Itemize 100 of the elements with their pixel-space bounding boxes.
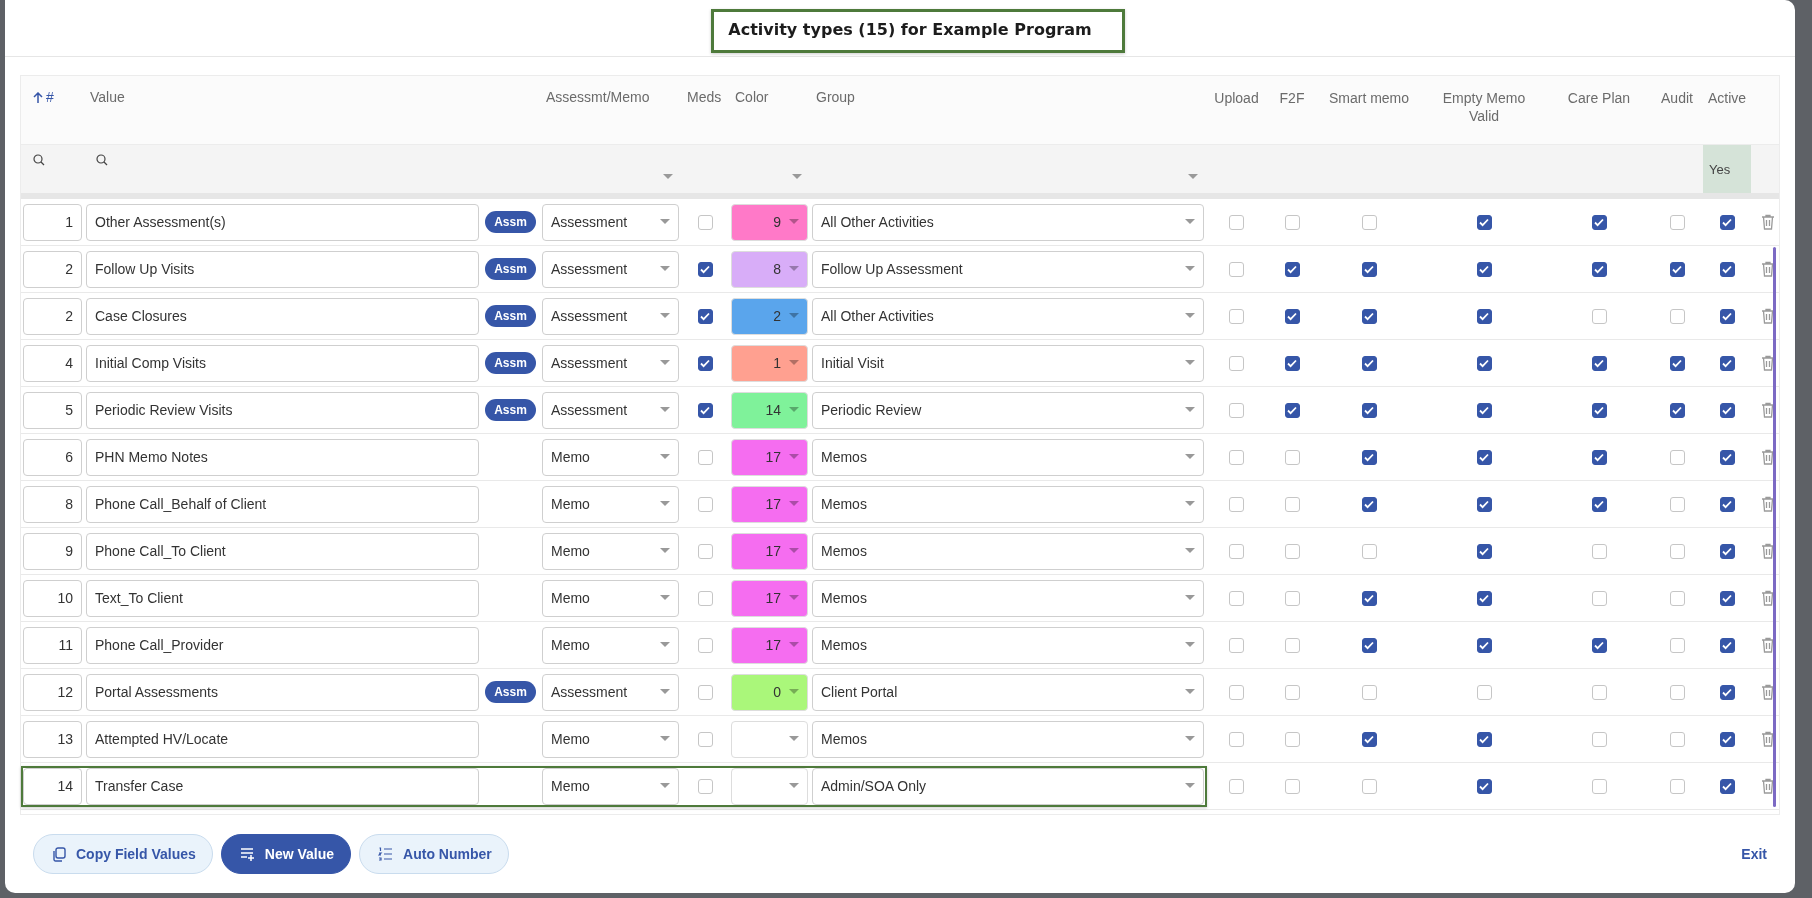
group-select[interactable]: Initial Visit (812, 344, 1204, 382)
checkbox[interactable] (1361, 214, 1377, 230)
checkbox[interactable] (1591, 778, 1607, 794)
number-field[interactable]: 9 (23, 532, 82, 570)
checkbox[interactable] (1669, 261, 1685, 277)
number-field[interactable]: 11 (23, 626, 82, 664)
checkbox[interactable] (1229, 261, 1244, 277)
checkbox[interactable] (1669, 308, 1685, 324)
number-field[interactable]: 12 (23, 673, 82, 711)
checkbox[interactable] (1361, 402, 1377, 418)
checkbox[interactable] (1361, 637, 1377, 653)
type-select[interactable]: Memo (542, 767, 679, 805)
checkbox[interactable] (1229, 543, 1244, 559)
checkbox[interactable] (1476, 261, 1492, 277)
checkbox[interactable] (1361, 543, 1377, 559)
type-select[interactable]: Memo (542, 485, 679, 523)
trash-icon[interactable] (1761, 355, 1775, 371)
trash-icon[interactable] (1761, 449, 1775, 465)
checkbox[interactable] (1229, 637, 1244, 653)
checkbox[interactable] (1591, 590, 1607, 606)
group-select[interactable]: Periodic Review (812, 391, 1204, 429)
group-select[interactable]: Admin/SOA Only (812, 767, 1204, 805)
type-select[interactable]: Assessment (542, 673, 679, 711)
checkbox[interactable] (1229, 214, 1244, 230)
column-header[interactable]: Empty Memo Valid (1434, 89, 1534, 125)
checkbox[interactable] (1284, 214, 1300, 230)
search-icon[interactable] (33, 154, 45, 166)
checkbox[interactable] (1669, 402, 1685, 418)
checkbox[interactable] (697, 684, 713, 700)
exit-link[interactable]: Exit (1741, 846, 1767, 862)
group-select[interactable]: Memos (812, 438, 1204, 476)
value-field[interactable]: Periodic Review Visits (86, 391, 479, 429)
checkbox[interactable] (1361, 496, 1377, 512)
checkbox[interactable] (1229, 496, 1244, 512)
type-select[interactable]: Memo (542, 579, 679, 617)
checkbox[interactable] (1361, 778, 1377, 794)
checkbox[interactable] (1476, 308, 1492, 324)
number-field[interactable]: 10 (23, 579, 82, 617)
checkbox[interactable] (1284, 496, 1300, 512)
checkbox[interactable] (1476, 731, 1492, 747)
checkbox[interactable] (1719, 778, 1735, 794)
caret-icon[interactable] (663, 174, 673, 180)
checkbox[interactable] (1284, 402, 1300, 418)
checkbox[interactable] (1361, 308, 1377, 324)
checkbox[interactable] (1591, 496, 1607, 512)
checkbox[interactable] (1669, 731, 1685, 747)
checkbox[interactable] (1719, 214, 1735, 230)
group-select[interactable]: Client Portal (812, 673, 1204, 711)
checkbox[interactable] (1591, 543, 1607, 559)
checkbox[interactable] (1476, 402, 1492, 418)
caret-icon[interactable] (792, 174, 802, 180)
checkbox[interactable] (1719, 496, 1735, 512)
group-select[interactable]: Memos (812, 579, 1204, 617)
checkbox[interactable] (1669, 590, 1685, 606)
trash-icon[interactable] (1761, 214, 1775, 230)
value-field[interactable]: Transfer Case (86, 767, 479, 805)
checkbox[interactable] (697, 355, 713, 371)
type-select[interactable]: Assessment (542, 250, 679, 288)
checkbox[interactable] (1229, 731, 1244, 747)
checkbox[interactable] (1361, 261, 1377, 277)
trash-icon[interactable] (1761, 684, 1775, 700)
checkbox[interactable] (1591, 355, 1607, 371)
checkbox[interactable] (1361, 684, 1377, 700)
value-field[interactable]: Phone Call_Behalf of Client (86, 485, 479, 523)
color-select[interactable]: 17 (731, 579, 808, 617)
checkbox[interactable] (1719, 543, 1735, 559)
value-field[interactable]: Portal Assessments (86, 673, 479, 711)
checkbox[interactable] (697, 496, 713, 512)
checkbox[interactable] (1229, 590, 1244, 606)
checkbox[interactable] (1284, 731, 1300, 747)
checkbox[interactable] (1669, 449, 1685, 465)
checkbox[interactable] (1591, 449, 1607, 465)
checkbox[interactable] (697, 731, 713, 747)
checkbox[interactable] (1591, 402, 1607, 418)
value-field[interactable]: Case Closures (86, 297, 479, 335)
checkbox[interactable] (1361, 355, 1377, 371)
color-select[interactable]: 0 (731, 673, 808, 711)
checkbox[interactable] (1229, 402, 1244, 418)
checkbox[interactable] (1284, 637, 1300, 653)
active-filter[interactable]: Yes (1703, 145, 1751, 193)
checkbox[interactable] (1284, 355, 1300, 371)
value-field[interactable]: Text_To Client (86, 579, 479, 617)
checkbox[interactable] (1476, 496, 1492, 512)
copy-field-values-button[interactable]: Copy Field Values (33, 834, 213, 874)
checkbox[interactable] (1229, 449, 1244, 465)
auto-number-button[interactable]: Auto Number (359, 834, 509, 874)
checkbox[interactable] (1591, 637, 1607, 653)
checkbox[interactable] (1719, 449, 1735, 465)
color-select[interactable]: 9 (731, 203, 808, 241)
group-select[interactable]: Follow Up Assessment (812, 250, 1204, 288)
number-field[interactable]: 8 (23, 485, 82, 523)
color-select[interactable]: 14 (731, 391, 808, 429)
type-select[interactable]: Memo (542, 626, 679, 664)
color-select[interactable]: 8 (731, 250, 808, 288)
type-select[interactable]: Assessment (542, 203, 679, 241)
number-field[interactable]: 2 (23, 297, 82, 335)
checkbox[interactable] (1476, 637, 1492, 653)
checkbox[interactable] (1476, 778, 1492, 794)
checkbox[interactable] (1719, 261, 1735, 277)
checkbox[interactable] (1669, 496, 1685, 512)
